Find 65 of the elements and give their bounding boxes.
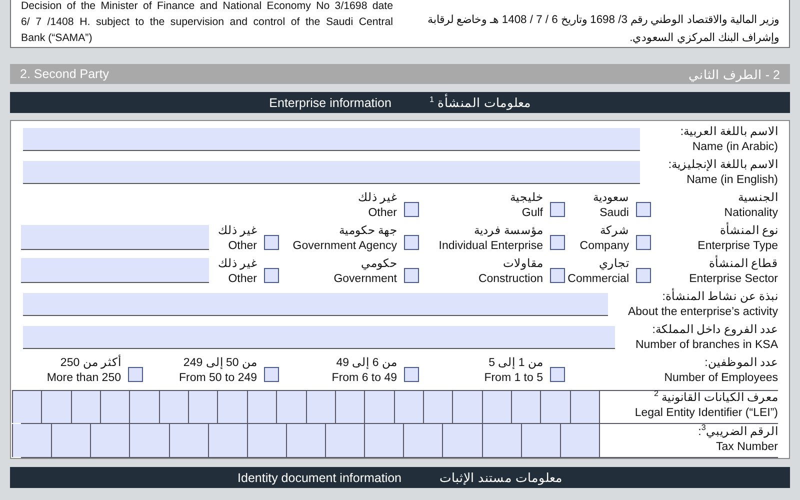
character-box[interactable] [365,424,404,457]
input-field[interactable] [23,161,640,184]
character-box[interactable] [72,391,102,423]
checkbox[interactable] [636,202,651,217]
checkbox[interactable] [404,202,419,217]
character-box[interactable] [326,424,366,457]
checkbox[interactable] [636,268,651,283]
character-box[interactable] [189,391,218,423]
header-title: Enterprise information [269,96,392,110]
character-box[interactable] [404,424,444,457]
character-box[interactable] [170,424,209,457]
checkbox[interactable] [550,235,565,250]
input-field[interactable] [23,293,608,316]
intro-text-line: وزير المالية والاقتصاد الوطني رقم 3/ 1698 وتاريخ 6 / 7 / 1408 هـ وخاضع لرقابة [426,13,779,28]
checkbox[interactable] [264,367,279,382]
intro-text-line: Bank (“SAMA”) [21,31,94,46]
character-box[interactable] [13,424,52,457]
character-box[interactable] [208,424,248,457]
character-box[interactable] [453,391,483,423]
input-field[interactable] [21,258,209,283]
character-box[interactable] [522,424,561,457]
character-box[interactable] [160,391,190,423]
checkbox[interactable] [404,268,419,283]
character-box[interactable] [13,391,42,423]
checkbox[interactable] [550,268,565,283]
character-box[interactable] [394,391,424,423]
character-box[interactable] [248,424,287,457]
character-box[interactable] [218,391,248,423]
checkbox[interactable] [404,235,419,250]
checkbox[interactable] [128,367,143,382]
intro-text-line: 6/ 7 /1408 H. subject to the supervision and control of the Saudi Central [21,15,393,30]
character-box[interactable] [286,424,326,457]
header-title: Identity document information [238,470,402,484]
section-title: 2 - الطرف الثاني [688,66,780,82]
input-field[interactable] [23,128,640,151]
character-box[interactable] [336,391,366,423]
character-box[interactable] [42,391,72,423]
character-box[interactable] [570,391,600,423]
character-box[interactable] [101,391,130,423]
character-box[interactable] [482,391,512,423]
character-box[interactable] [91,424,130,457]
checkbox[interactable] [636,235,651,250]
intro-text-line: وإشراف البنك المركزي السعودي. [628,31,779,46]
character-box[interactable] [560,424,600,457]
checkbox[interactable] [550,202,565,217]
header-title: معلومات مستند الإثبات [440,470,562,485]
character-box[interactable] [424,391,454,423]
character-box[interactable] [365,391,395,423]
input-field[interactable] [23,326,616,349]
character-box[interactable] [130,391,160,423]
character-box[interactable] [482,424,522,457]
intro-text-line: Decision of the Minister of Finance and National Economy No 3/1698 date [21,0,393,14]
character-box[interactable] [248,391,278,423]
checkbox[interactable] [550,367,565,382]
checkbox[interactable] [264,235,279,250]
input-field[interactable] [21,225,209,250]
section-title: 2. Second Party [20,67,109,81]
character-box[interactable] [306,391,336,423]
character-box[interactable] [541,391,571,423]
character-box[interactable] [130,424,170,457]
character-box[interactable] [512,391,542,423]
character-box[interactable] [443,424,483,457]
checkbox[interactable] [264,268,279,283]
character-box[interactable] [52,424,92,457]
checkbox[interactable] [404,367,419,382]
